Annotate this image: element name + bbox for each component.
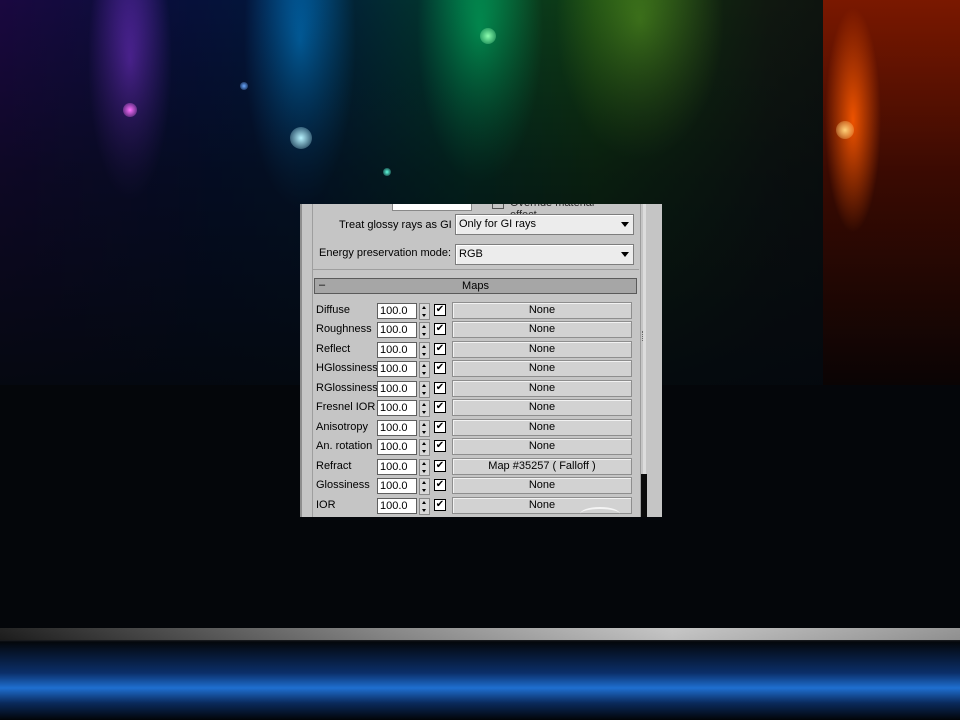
energy-mode-value: RGB	[459, 248, 483, 260]
map-slot-button[interactable]: None	[452, 477, 632, 494]
map-row: Anisotropy 100.0 ✔ None	[302, 419, 640, 438]
map-amount-field[interactable]: 100.0	[377, 342, 417, 358]
scrollbar-track	[643, 204, 646, 517]
map-enable-checkbox[interactable]: ✔	[434, 421, 446, 433]
map-amount-field[interactable]: 100.0	[377, 400, 417, 416]
map-row: An. rotation 100.0 ✔ None	[302, 438, 640, 457]
map-slot-label: Reflect	[316, 343, 351, 355]
wallpaper-sparkle	[383, 168, 391, 176]
amount-spinner-icon[interactable]	[419, 439, 430, 456]
glossy-gi-dropdown[interactable]: Only for GI rays	[455, 214, 634, 235]
map-slot-button[interactable]: None	[452, 419, 632, 436]
map-slot-button[interactable]: None	[452, 360, 632, 377]
cropped-top-row: Override material effect	[322, 204, 622, 221]
amount-spinner-icon[interactable]	[419, 322, 430, 339]
map-enable-checkbox[interactable]: ✔	[434, 479, 446, 491]
wallpaper-sparkle	[480, 28, 496, 44]
map-slot-label: Fresnel IOR	[316, 401, 376, 413]
amount-spinner-icon[interactable]	[419, 342, 430, 359]
map-amount-field[interactable]: 100.0	[377, 322, 417, 338]
vray-material-panel: Override material effect Treat glossy ra…	[300, 204, 662, 517]
glossy-gi-label: Treat glossy rays as GI	[339, 219, 452, 231]
amount-spinner-icon[interactable]	[419, 478, 430, 495]
map-amount-field[interactable]: 100.0	[377, 420, 417, 436]
map-enable-checkbox[interactable]: ✔	[434, 304, 446, 316]
maps-rollout-header[interactable]: – Maps	[314, 278, 637, 294]
map-enable-checkbox[interactable]: ✔	[434, 460, 446, 472]
wallpaper-sparkle	[240, 82, 248, 90]
rollout-title: Maps	[462, 280, 489, 292]
resize-grip[interactable]	[642, 331, 647, 341]
map-enable-checkbox[interactable]: ✔	[434, 382, 446, 394]
cropped-spinner[interactable]	[392, 204, 472, 211]
map-row: Roughness 100.0 ✔ None	[302, 321, 640, 340]
map-amount-field[interactable]: 100.0	[377, 381, 417, 397]
map-slot-button[interactable]: None	[452, 341, 632, 358]
map-enable-checkbox[interactable]: ✔	[434, 343, 446, 355]
amount-spinner-icon[interactable]	[419, 420, 430, 437]
map-slot-label: RGlossiness	[316, 382, 378, 394]
energy-mode-dropdown[interactable]: RGB	[455, 244, 634, 265]
map-slot-label: Glossiness	[316, 479, 370, 491]
map-row: Diffuse 100.0 ✔ None	[302, 302, 640, 321]
map-slot-label: IOR	[316, 499, 336, 511]
map-slot-label: Refract	[316, 460, 352, 472]
wallpaper-sparkle	[123, 103, 137, 117]
panel-divider	[312, 269, 639, 270]
map-slot-button[interactable]: None	[452, 380, 632, 397]
map-row: Refract 100.0 ✔ Map #35257 ( Falloff )	[302, 458, 640, 477]
map-slot-button[interactable]: Map #35257 ( Falloff )	[452, 458, 632, 475]
map-slot-button[interactable]: None	[452, 399, 632, 416]
wallpaper-sparkle	[290, 127, 312, 149]
map-row: Fresnel IOR 100.0 ✔ None	[302, 399, 640, 418]
map-slot-label: Roughness	[316, 323, 372, 335]
wallpaper-orange-glow	[823, 0, 960, 385]
amount-spinner-icon[interactable]	[419, 498, 430, 515]
map-enable-checkbox[interactable]: ✔	[434, 362, 446, 374]
map-amount-field[interactable]: 100.0	[377, 439, 417, 455]
amount-spinner-icon[interactable]	[419, 303, 430, 320]
amount-spinner-icon[interactable]	[419, 361, 430, 378]
scrollbar-thumb[interactable]	[641, 474, 647, 517]
map-enable-checkbox[interactable]: ✔	[434, 499, 446, 511]
map-amount-field[interactable]: 100.0	[377, 478, 417, 494]
map-slot-button[interactable]: None	[452, 321, 632, 338]
watermark-arc	[580, 507, 620, 517]
map-row: HGlossiness 100.0 ✔ None	[302, 360, 640, 379]
map-slot-button[interactable]: None	[452, 302, 632, 319]
map-slot-label: Diffuse	[316, 304, 351, 316]
map-slot-label: HGlossiness	[316, 362, 378, 374]
wallpaper-sparkle	[836, 121, 854, 139]
taskbar-glow-band	[0, 628, 960, 720]
map-amount-field[interactable]: 100.0	[377, 361, 417, 377]
energy-mode-label: Energy preservation mode:	[319, 247, 452, 259]
map-row: RGlossiness 100.0 ✔ None	[302, 380, 640, 399]
amount-spinner-icon[interactable]	[419, 381, 430, 398]
map-amount-field[interactable]: 100.0	[377, 498, 417, 514]
map-enable-checkbox[interactable]: ✔	[434, 401, 446, 413]
amount-spinner-icon[interactable]	[419, 400, 430, 417]
map-slot-button[interactable]: None	[452, 438, 632, 455]
map-amount-field[interactable]: 100.0	[377, 459, 417, 475]
map-enable-checkbox[interactable]: ✔	[434, 323, 446, 335]
map-slot-label: An. rotation	[316, 440, 373, 452]
amount-spinner-icon[interactable]	[419, 459, 430, 476]
glossy-gi-value: Only for GI rays	[459, 218, 537, 230]
map-row: Glossiness 100.0 ✔ None	[302, 477, 640, 496]
chevron-down-icon	[621, 222, 629, 227]
map-amount-field[interactable]: 100.0	[377, 303, 417, 319]
map-enable-checkbox[interactable]: ✔	[434, 440, 446, 452]
override-checkbox[interactable]	[492, 204, 504, 209]
chevron-down-icon	[621, 252, 629, 257]
map-row: Reflect 100.0 ✔ None	[302, 341, 640, 360]
map-slot-label: Anisotropy	[316, 421, 368, 433]
